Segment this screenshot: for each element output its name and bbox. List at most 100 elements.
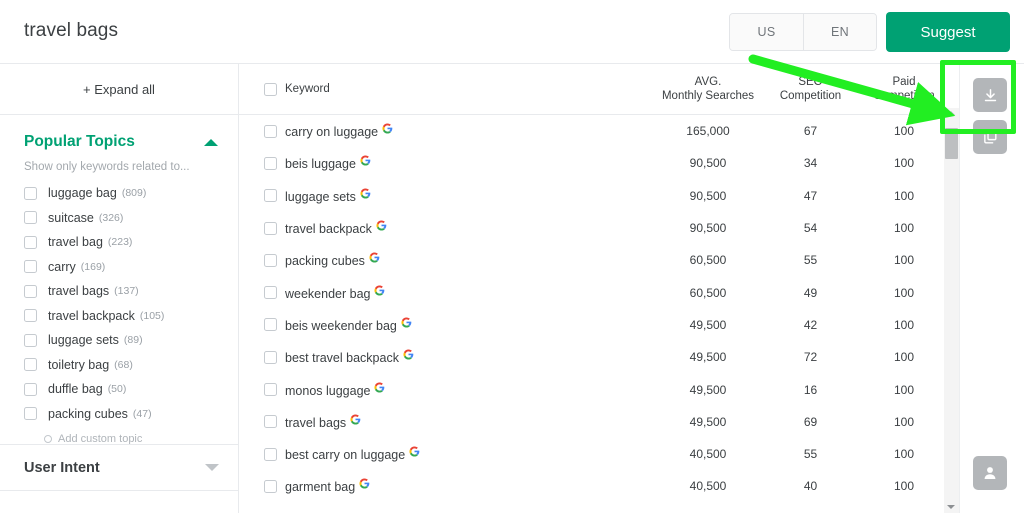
topic-checkbox[interactable] (24, 260, 37, 274)
table-row[interactable]: monos luggage49,50016100★★★★★★★★★★ (239, 373, 1010, 405)
row-checkbox[interactable] (264, 189, 277, 203)
topic-checkbox[interactable] (24, 407, 37, 421)
suggest-button[interactable]: Suggest (886, 12, 1010, 52)
keyword-text: packing cubes (285, 254, 365, 269)
table-row[interactable]: travel backpack90,50054100★★★★★★★★★★ (239, 212, 1010, 244)
topic-label: luggage sets (48, 333, 119, 348)
google-icon (374, 285, 385, 296)
topic-checkbox[interactable] (24, 309, 37, 323)
keyword-cell[interactable]: beis weekender bag (285, 317, 415, 333)
google-icon (360, 188, 371, 199)
table-row[interactable]: beis luggage90,50034100★★★★★★★★★★ (239, 147, 1010, 179)
row-checkbox[interactable] (264, 383, 277, 397)
topic-checkbox[interactable] (24, 211, 37, 225)
keyword-cell[interactable]: garment bag (285, 478, 373, 494)
locale-toggle[interactable]: US EN (729, 13, 877, 51)
row-checkbox[interactable] (264, 415, 277, 429)
keyword-cell[interactable]: weekender bag (285, 285, 388, 301)
locale-language-button[interactable]: EN (803, 14, 876, 50)
row-checkbox[interactable] (264, 124, 277, 138)
row-checkbox[interactable] (264, 253, 277, 267)
table-row[interactable]: carry on luggage165,00067100★★★★★★★★★★ (239, 115, 1010, 147)
topic-item[interactable]: duffle bag (50) (0, 377, 238, 402)
topic-item[interactable]: carry (169) (0, 255, 238, 280)
row-checkbox[interactable] (264, 286, 277, 300)
row-checkbox[interactable] (264, 318, 277, 332)
topic-item[interactable]: luggage bag (809) (0, 181, 238, 206)
row-checkbox[interactable] (264, 350, 277, 364)
topic-item[interactable]: travel backpack (105) (0, 304, 238, 329)
table-row[interactable]: weekender bag60,50049100★★★★★★★★★★ (239, 276, 1010, 308)
row-checkbox[interactable] (264, 156, 277, 170)
avg-monthly-searches-cell: 165,000 (686, 124, 730, 139)
scroll-up-caret-icon[interactable] (947, 111, 955, 115)
keyword-cell[interactable]: monos luggage (285, 381, 388, 398)
keyword-cell[interactable]: best travel backpack (285, 349, 417, 365)
topic-checkbox[interactable] (24, 284, 37, 298)
table-row[interactable]: travel bags49,50069100★★★★★★★★★★ (239, 406, 1010, 438)
column-header-avg-monthly-searches[interactable]: AVG. Monthly Searches (653, 64, 763, 115)
topic-item[interactable]: suitcase (326) (0, 206, 238, 231)
table-row[interactable]: packing cubes60,50055100★★★★★★★★★★ (239, 244, 1010, 276)
download-arrow-icon (984, 88, 996, 101)
topic-item[interactable]: luggage sets (89) (0, 328, 238, 353)
table-row[interactable]: best carry on luggage40,50055100★★★★★★★★… (239, 438, 1010, 470)
copy-icon (983, 130, 997, 144)
keyword-cell[interactable]: beis luggage (285, 155, 374, 171)
caret-up-icon[interactable] (204, 138, 218, 146)
download-button[interactable] (973, 78, 1007, 112)
topic-count: (223) (107, 236, 133, 249)
sidebar-section-user-intent[interactable]: User Intent (0, 444, 239, 491)
popular-topics-header[interactable]: Popular Topics (0, 115, 238, 155)
keyword-cell[interactable]: luggage sets (285, 188, 374, 204)
row-checkbox[interactable] (264, 447, 277, 461)
keyword-cell[interactable]: best carry on luggage (285, 446, 423, 462)
topic-item[interactable]: travel bags (137) (0, 279, 238, 304)
row-checkbox[interactable] (264, 479, 277, 493)
topic-item[interactable]: travel bag (223) (0, 230, 238, 255)
seo-competition-cell: 16 (803, 382, 818, 397)
topic-count: (68) (114, 358, 133, 371)
paid-label-line1: Paid (892, 76, 916, 88)
keyword-cell[interactable]: travel backpack (285, 220, 390, 236)
account-button[interactable] (973, 456, 1007, 490)
topic-count: (137) (114, 285, 139, 298)
table-row[interactable]: luggage sets90,50047100★★★★★★★★★★ (239, 180, 1010, 212)
topic-item[interactable]: toiletry bag (68) (0, 353, 238, 378)
google-icon (401, 317, 412, 328)
seo-label-line1: SEO (798, 76, 823, 88)
seo-competition-cell: 55 (803, 447, 818, 462)
keyword-cell[interactable]: packing cubes (285, 252, 383, 268)
topic-checkbox[interactable] (24, 235, 37, 249)
vertical-scrollbar[interactable] (944, 108, 959, 513)
topic-label: carry (48, 259, 76, 274)
scroll-down-caret-icon[interactable] (947, 505, 955, 509)
expand-all-button[interactable]: + Expand all (0, 64, 238, 115)
topic-checkbox[interactable] (24, 382, 37, 396)
topic-item[interactable]: packing cubes (47) (0, 402, 238, 427)
row-checkbox[interactable] (264, 221, 277, 235)
table-row[interactable]: best travel backpack49,50072100★★★★★★★★★… (239, 341, 1010, 373)
copy-button[interactable] (973, 120, 1007, 154)
caret-down-icon[interactable] (205, 464, 219, 471)
scrollbar-thumb[interactable] (945, 128, 958, 160)
seo-competition-cell: 49 (803, 285, 818, 300)
topic-checkbox[interactable] (24, 333, 37, 347)
topic-label: luggage bag (48, 186, 117, 201)
keyword-cell[interactable]: travel bags (285, 414, 364, 430)
select-all-checkbox[interactable] (264, 83, 277, 96)
topic-label: suitcase (48, 210, 94, 225)
locale-country-button[interactable]: US (730, 14, 803, 50)
google-icon (359, 478, 370, 489)
column-header-paid-competition[interactable]: Paid Competition (857, 64, 951, 115)
topic-checkbox[interactable] (24, 358, 37, 372)
topic-checkbox[interactable] (24, 186, 37, 200)
keyword-text: weekender bag (285, 286, 371, 301)
keyword-cell[interactable]: carry on luggage (285, 123, 396, 139)
table-row[interactable]: beis weekender bag49,50042100★★★★★★★★★★ (239, 309, 1010, 341)
popular-topics-subtitle: Show only keywords related to... (24, 161, 190, 173)
table-row[interactable]: garment bag40,50040100★★★★★★★★★★ (239, 470, 1010, 502)
topic-label: travel bag (48, 235, 103, 250)
column-header-keyword[interactable]: Keyword (285, 64, 375, 115)
column-header-seo-competition[interactable]: SEO Competition (763, 64, 858, 115)
